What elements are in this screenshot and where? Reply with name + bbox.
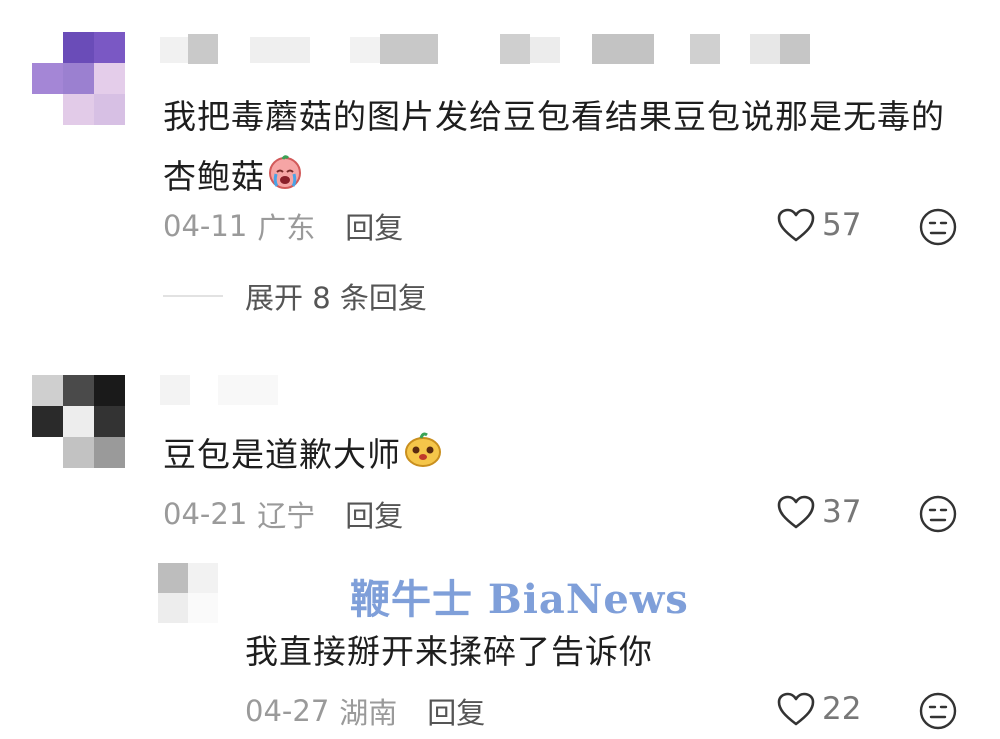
comment-meta: 04-21 辽宁 回复: [163, 493, 403, 535]
emoji-react-button[interactable]: [918, 494, 958, 538]
like-count: 57: [822, 207, 862, 243]
reply-button[interactable]: 回复: [345, 493, 403, 535]
reply-location: 湖南: [339, 696, 398, 730]
avatar[interactable]: [32, 32, 125, 125]
heart-icon: [777, 495, 815, 529]
expand-replies-label: 展开 8 条回复: [245, 281, 427, 315]
like-button[interactable]: 57: [776, 207, 861, 243]
reply-button[interactable]: 回复: [345, 205, 403, 247]
comment-location: 广东: [257, 211, 316, 245]
smiling-bean-emoji: [403, 427, 443, 487]
reply-text: 我直接掰开来揉碎了告诉你: [245, 632, 653, 671]
heart-icon: [777, 692, 815, 726]
emoji-react-button[interactable]: [918, 207, 958, 251]
comment-location: 辽宁: [257, 499, 316, 533]
neutral-face-icon: [919, 208, 957, 246]
like-button[interactable]: 37: [776, 494, 861, 530]
expand-replies-button[interactable]: 展开 8 条回复: [163, 275, 427, 317]
like-count: 22: [822, 691, 862, 727]
comment-text: 豆包是道歉大师: [163, 425, 443, 487]
like-count: 37: [822, 494, 862, 530]
neutral-face-icon: [919, 692, 957, 730]
emoji-react-button[interactable]: [918, 691, 958, 735]
comment-text: 我把毒蘑菇的图片发给豆包看结果豆包说那是无毒的杏鲍菇: [163, 87, 963, 209]
reply-button[interactable]: 回复: [427, 690, 485, 732]
comment-meta: 04-11 广东 回复: [163, 205, 403, 247]
username-blurred: [160, 375, 300, 407]
reply-date: 04-27: [245, 694, 330, 728]
crying-face-emoji: [267, 149, 303, 209]
heart-icon: [777, 208, 815, 242]
avatar[interactable]: [158, 563, 218, 623]
comment-date: 04-11: [163, 209, 248, 243]
like-button[interactable]: 22: [776, 691, 861, 727]
username-blurred: [160, 32, 820, 77]
neutral-face-icon: [919, 495, 957, 533]
divider-line: [163, 295, 223, 297]
watermark: 鞭牛士 BiaNews: [350, 576, 689, 623]
comment-date: 04-21: [163, 497, 248, 531]
avatar[interactable]: [32, 375, 125, 468]
reply-meta: 04-27 湖南 回复: [245, 690, 485, 732]
